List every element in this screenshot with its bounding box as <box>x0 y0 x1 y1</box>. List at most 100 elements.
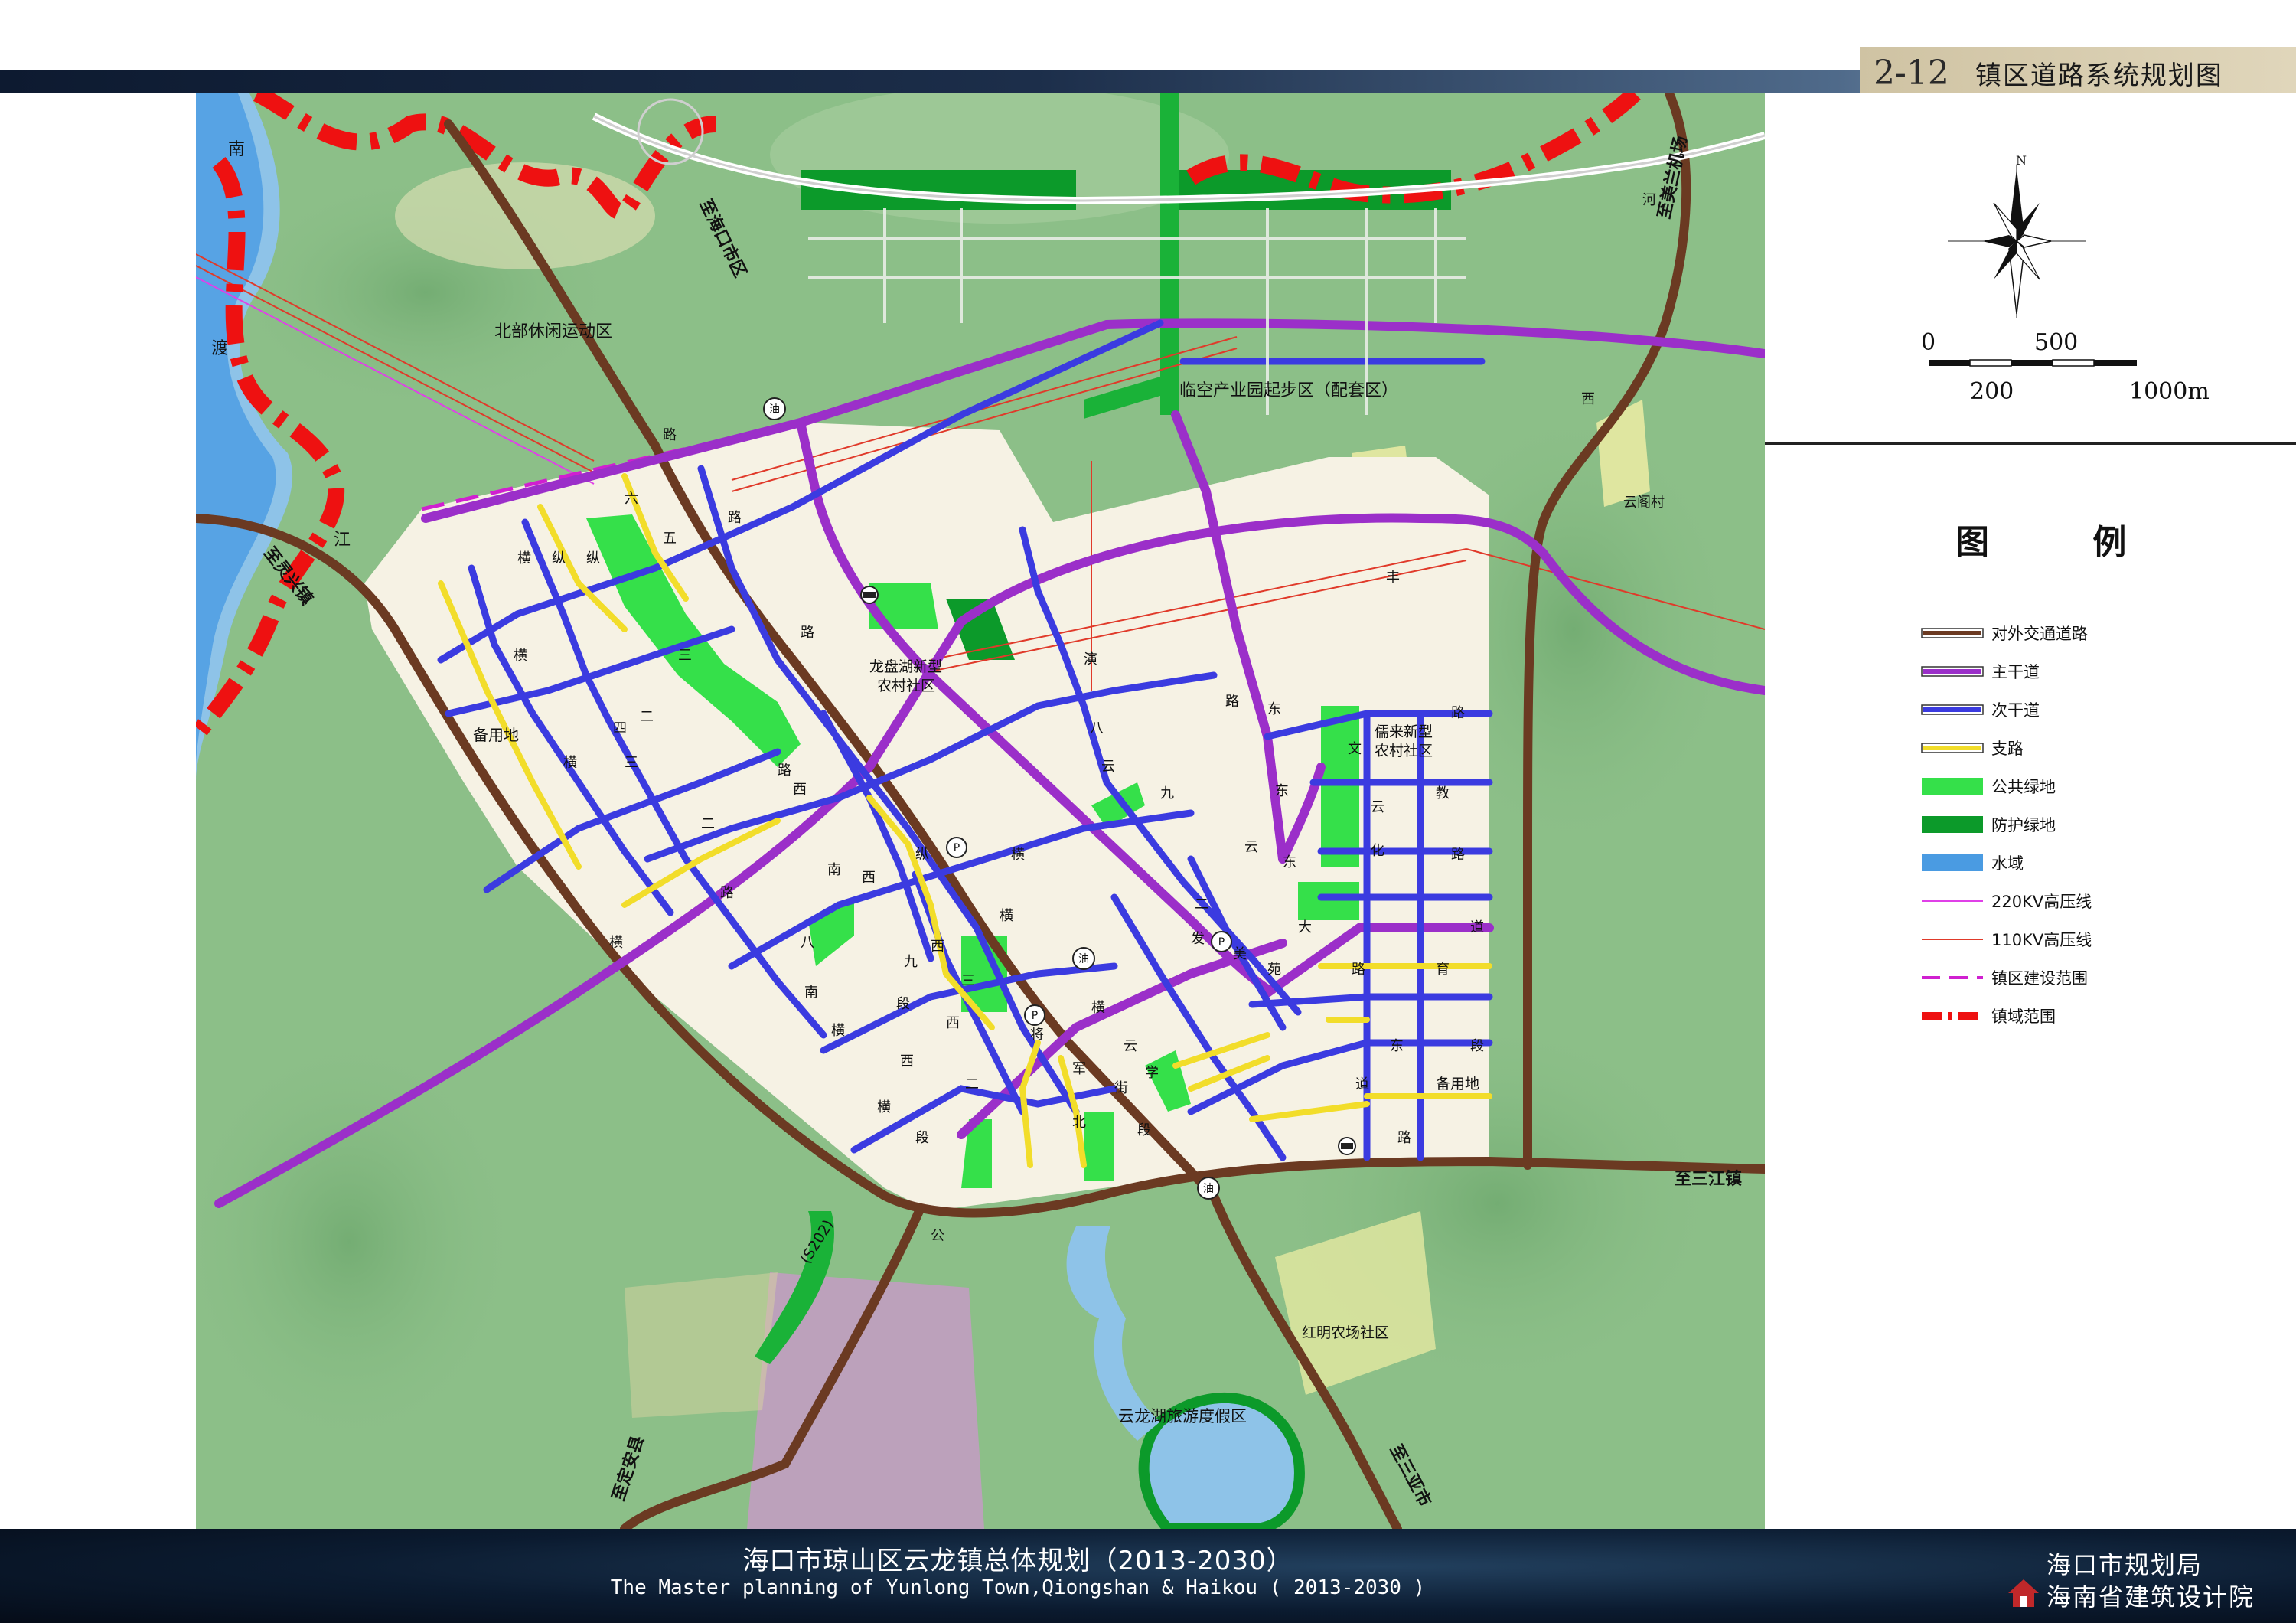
road-char: 南 <box>804 985 818 1001</box>
road-char: 路 <box>801 625 814 641</box>
label-reserve-west: 备用地 <box>473 726 519 744</box>
label-river-jiang: 江 <box>334 531 351 550</box>
road-char: 街 <box>1114 1080 1128 1096</box>
road-char: 横 <box>1091 1000 1105 1016</box>
road-char: 路 <box>1397 1130 1411 1146</box>
road-char: 八 <box>1090 720 1104 736</box>
road-char: 段 <box>896 996 910 1012</box>
scale-label: 200 <box>1970 378 2014 405</box>
legend-label: 支路 <box>1991 740 2024 758</box>
label-yunge: 云阁村 <box>1623 495 1665 511</box>
label-longpan-2: 农村社区 <box>877 678 935 694</box>
gas-label: 油 <box>769 403 780 416</box>
label-resort: 云龙湖旅游度假区 <box>1118 1407 1247 1425</box>
road-char: 路 <box>1352 962 1365 978</box>
map-canvas[interactable]: 北部休闲运动区 临空产业园起步区（配套区） 龙盘湖新型 农村社区 儒来新型 农村… <box>196 93 1765 1529</box>
footer-org-planning-bureau: 海口市规划局 <box>2047 1550 2203 1579</box>
label-to-sanjiang: 至三江镇 <box>1675 1170 1742 1189</box>
legend-swatch <box>1921 1007 1984 1025</box>
road-char: 道 <box>1470 919 1484 936</box>
road-char: 云 <box>1101 759 1115 775</box>
scale-label: 0 <box>1921 329 1936 356</box>
road-char: 西 <box>1581 391 1595 407</box>
road-char: 东 <box>1390 1038 1404 1054</box>
plate-title: 镇区道路系统规划图 <box>1975 60 2223 91</box>
road-char: 九 <box>904 954 918 970</box>
label-longpan: 龙盘湖新型 <box>869 658 942 675</box>
north-arrow-icon <box>1948 165 2086 318</box>
legend-label: 主干道 <box>1991 663 2040 681</box>
plate-number: 2-12 <box>1874 53 1949 93</box>
road-char: 三 <box>961 973 975 989</box>
north-label: N <box>2016 153 2027 168</box>
road-char: 西 <box>946 1015 960 1031</box>
road-char: 学 <box>1145 1065 1159 1081</box>
label-hongming: 红明农场社区 <box>1302 1324 1389 1341</box>
road-char: 东 <box>1267 701 1281 717</box>
road-char: 文 <box>1348 741 1362 757</box>
legend-item-built-up-boundary: 镇区建设范围 <box>1921 966 2088 989</box>
gas-label: 油 <box>1078 953 1089 965</box>
road-char: 育 <box>1436 962 1450 978</box>
gas-label: 油 <box>1203 1183 1214 1195</box>
footer-bar: 海口市琼山区云龙镇总体规划（2013-2030） The Master plan… <box>0 1529 2296 1623</box>
road-char: 路 <box>663 427 677 443</box>
legend-swatch <box>1921 815 1984 834</box>
legend-swatch <box>1921 892 1984 910</box>
legend-swatch <box>1921 624 1984 642</box>
road-char: 路 <box>1225 694 1239 710</box>
road-char: 路 <box>778 763 791 779</box>
road-char: 路 <box>728 510 742 526</box>
road-char: 丰 <box>1386 570 1400 586</box>
legend-item-220kv: 220KV高压线 <box>1921 890 2092 913</box>
road-char: 南 <box>827 862 841 878</box>
road-char: 三 <box>625 755 638 771</box>
legend-item-town-boundary: 镇域范围 <box>1921 1004 2056 1027</box>
road-char: 云 <box>1244 839 1258 855</box>
road-char: 西 <box>900 1053 914 1069</box>
label-rulai-2: 农村社区 <box>1375 743 1433 759</box>
road-char: 大 <box>1298 919 1312 936</box>
road-char: 东 <box>1283 854 1296 870</box>
legend-label: 110KV高压线 <box>1991 931 2092 949</box>
road-char: 苑 <box>1267 962 1281 978</box>
legend-label: 镇域范围 <box>1991 1007 2056 1026</box>
road-char: 路 <box>1451 705 1465 721</box>
legend-item-secondary: 次干道 <box>1921 698 2040 721</box>
road-char: 横 <box>517 550 531 567</box>
road-char: 西 <box>793 782 807 798</box>
road-char: 军 <box>1072 1061 1086 1077</box>
legend-label: 防护绿地 <box>1991 816 2056 834</box>
institute-logo-icon <box>2008 1579 2039 1607</box>
road-system-map[interactable]: 北部休闲运动区 临空产业园起步区（配套区） 龙盘湖新型 农村社区 儒来新型 农村… <box>196 93 1765 1529</box>
legend-item-public-green: 公共绿地 <box>1921 775 2056 798</box>
road-char: 三 <box>678 648 692 664</box>
road-char: 纵 <box>586 550 600 567</box>
legend-swatch <box>1921 854 1984 872</box>
legend-item-arterial: 主干道 <box>1921 660 2040 683</box>
road-char: 横 <box>831 1023 845 1039</box>
road-char: 美 <box>1233 946 1247 962</box>
road-char: 横 <box>1011 847 1025 863</box>
road-char: 四 <box>613 720 627 736</box>
parking-label: P <box>1032 1010 1038 1022</box>
footer-title-en: The Master planning of Yunlong Town,Qion… <box>610 1576 1426 1599</box>
road-char: 西 <box>862 870 876 886</box>
legend-title: 图 例 <box>1955 523 2173 562</box>
plate-title-tag: 2-12 镇区道路系统规划图 <box>1860 47 2296 98</box>
legend-item-110kv: 110KV高压线 <box>1921 928 2092 951</box>
label-airport-park: 临空产业园起步区（配套区） <box>1179 381 1398 400</box>
legend-item-water: 水域 <box>1921 851 2024 874</box>
panel-divider <box>1765 442 2296 445</box>
road-char: 东 <box>1275 783 1289 799</box>
road-char: 九 <box>1160 785 1174 802</box>
road-char: 化 <box>1371 843 1384 859</box>
legend-item-protective-green: 防护绿地 <box>1921 813 2056 836</box>
scale-label: 1000m <box>2129 378 2210 405</box>
legend-label: 公共绿地 <box>1991 778 2056 796</box>
road-char: 段 <box>915 1130 929 1146</box>
road-char: 将 <box>1030 1027 1044 1043</box>
road-char: 西 <box>931 939 944 955</box>
road-char: 段 <box>1470 1038 1484 1054</box>
road-char: 道 <box>1355 1076 1369 1092</box>
